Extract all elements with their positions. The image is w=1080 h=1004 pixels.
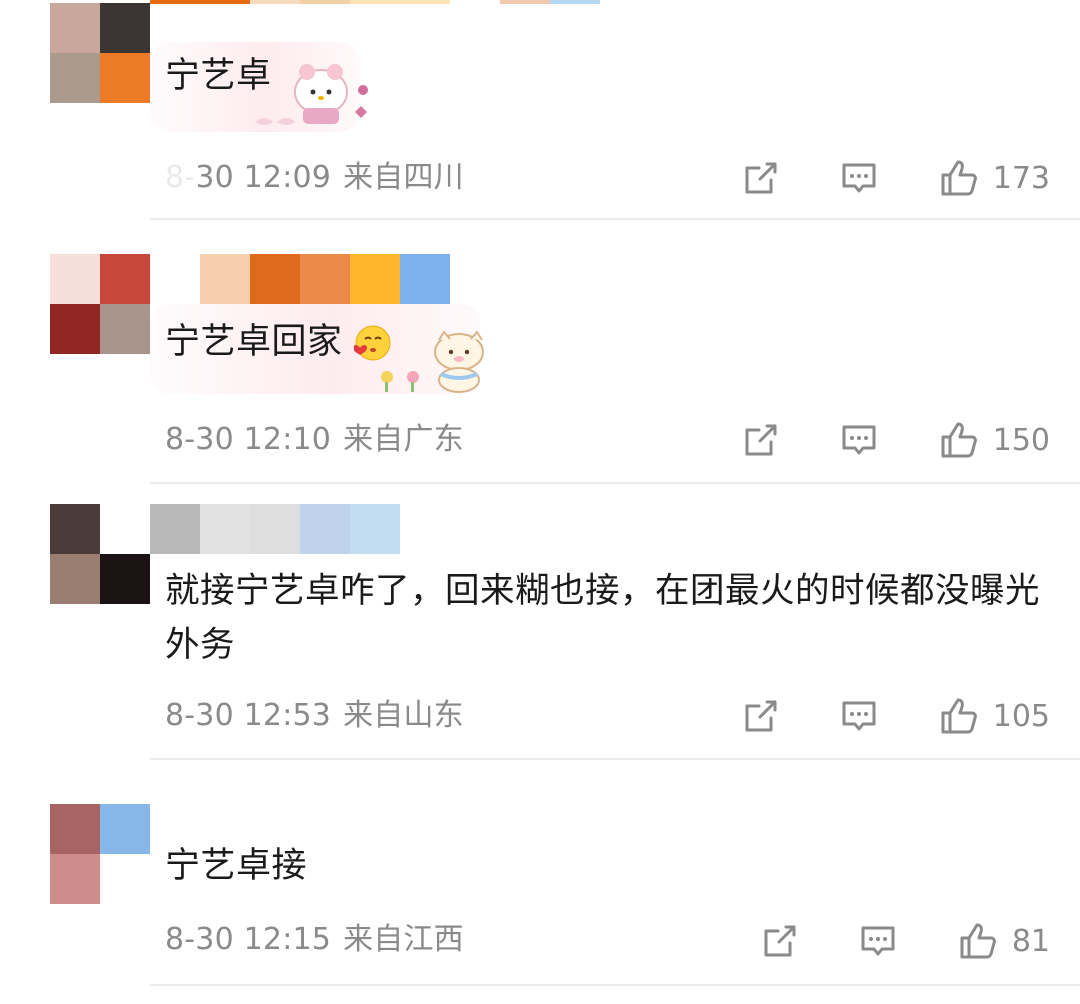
name-pixel <box>250 0 300 4</box>
comment-time: 8-30 12:53 <box>165 698 332 733</box>
avatar-pixel <box>100 3 150 53</box>
comment-location: 来自四川 <box>343 160 464 195</box>
share-icon[interactable] <box>741 696 781 736</box>
name-pixel <box>300 0 350 4</box>
thumbs-up-icon <box>958 921 998 961</box>
name-pixel <box>300 504 350 554</box>
name-pixel <box>450 0 500 4</box>
avatar[interactable] <box>50 3 150 103</box>
share-icon[interactable] <box>741 420 781 460</box>
avatar-pixel <box>50 254 100 304</box>
comment-icon[interactable] <box>839 696 879 736</box>
name-pixel <box>350 0 450 4</box>
name-pixel <box>500 0 550 4</box>
comment-text: 就接宁艺卓咋了，回来糊也接，在团最火的时候都没曝光外务 <box>165 571 1040 665</box>
comment-text-content: 宁艺卓回家 <box>165 322 343 362</box>
thumbs-up-icon <box>939 158 979 198</box>
name-pixel <box>350 504 400 554</box>
name-pixel <box>300 254 350 304</box>
like-count: 150 <box>992 422 1050 458</box>
comment-item: 宁艺卓接 8-30 12:15 来自江西 81 <box>0 762 1080 1004</box>
avatar-pixel <box>100 854 150 904</box>
name-pixel <box>150 0 250 4</box>
name-pixel <box>200 504 250 554</box>
like-count: 173 <box>992 160 1050 196</box>
comment-item: 宁艺卓 8-30 12:09 来自四川 173 <box>0 0 1080 222</box>
divider <box>150 758 1080 760</box>
name-pixel <box>550 0 600 4</box>
name-pixel <box>350 254 400 304</box>
avatar-pixel <box>50 53 100 103</box>
name-pixel <box>150 504 200 554</box>
thumbs-up-icon <box>939 420 979 460</box>
avatar[interactable] <box>50 804 150 904</box>
name-pixel <box>200 254 250 304</box>
comment-item: 就接宁艺卓咋了，回来糊也接，在团最火的时候都没曝光外务 8-30 12:53 来自… <box>0 484 1080 762</box>
like-count: 81 <box>1011 923 1050 959</box>
divider <box>150 218 1080 220</box>
like-button[interactable]: 81 <box>958 921 1050 961</box>
comment-meta: 8-30 12:15 来自江西 <box>165 920 464 960</box>
name-pixel <box>250 504 300 554</box>
comment-icon[interactable] <box>839 158 879 198</box>
avatar-pixel <box>50 854 100 904</box>
avatar-pixel <box>100 504 150 554</box>
comment-time: 8-30 12:10 <box>165 422 332 457</box>
avatar-pixel <box>100 304 150 354</box>
comment-actions: 150 <box>741 418 1050 462</box>
name-pixel <box>400 254 450 304</box>
comment-actions: 81 <box>760 919 1050 963</box>
like-button[interactable]: 150 <box>939 420 1050 460</box>
comment-actions: 173 <box>741 156 1050 200</box>
avatar-pixel <box>100 804 150 854</box>
avatar-pixel <box>50 504 100 554</box>
avatar-pixel <box>100 554 150 604</box>
hello-kitty-sticker <box>245 50 385 138</box>
avatar[interactable] <box>50 254 150 354</box>
comment-location: 来自江西 <box>343 922 464 957</box>
comment-meta: 8-30 12:53 来自山东 <box>165 696 464 736</box>
share-icon[interactable] <box>741 158 781 198</box>
avatar-pixel <box>50 554 100 604</box>
thumbs-up-icon <box>939 696 979 736</box>
comment-meta: 8-30 12:10 来自广东 <box>165 420 464 460</box>
avatar[interactable] <box>50 504 150 604</box>
name-pixel <box>250 254 300 304</box>
comment-actions: 105 <box>741 694 1050 738</box>
cat-sticker <box>375 330 495 396</box>
comment-item: 宁艺卓回家 8-30 12:10 来自广东 150 <box>0 222 1080 484</box>
username-blurred[interactable] <box>200 254 450 304</box>
blur-overlay <box>150 152 198 204</box>
username-blurred[interactable] <box>150 0 600 4</box>
avatar-pixel <box>100 53 150 103</box>
like-button[interactable]: 105 <box>939 696 1050 736</box>
like-button[interactable]: 173 <box>939 158 1050 198</box>
comment-time: 8-30 12:15 <box>165 922 332 957</box>
comment-location: 来自山东 <box>343 698 464 733</box>
comment-icon[interactable] <box>839 420 879 460</box>
like-count: 105 <box>992 698 1050 734</box>
comment-text: 宁艺卓回家 <box>165 316 1055 368</box>
divider <box>150 984 1080 986</box>
avatar-pixel <box>50 3 100 53</box>
username-blurred[interactable] <box>150 504 400 554</box>
avatar-pixel <box>100 254 150 304</box>
avatar-pixel <box>50 304 100 354</box>
share-icon[interactable] <box>760 921 800 961</box>
comment-location: 来自广东 <box>343 422 464 457</box>
avatar-pixel <box>50 804 100 854</box>
comment-meta: 8-30 12:09 来自四川 <box>165 158 464 198</box>
comment-icon[interactable] <box>858 921 898 961</box>
comment-text: 宁艺卓接 <box>165 846 308 886</box>
